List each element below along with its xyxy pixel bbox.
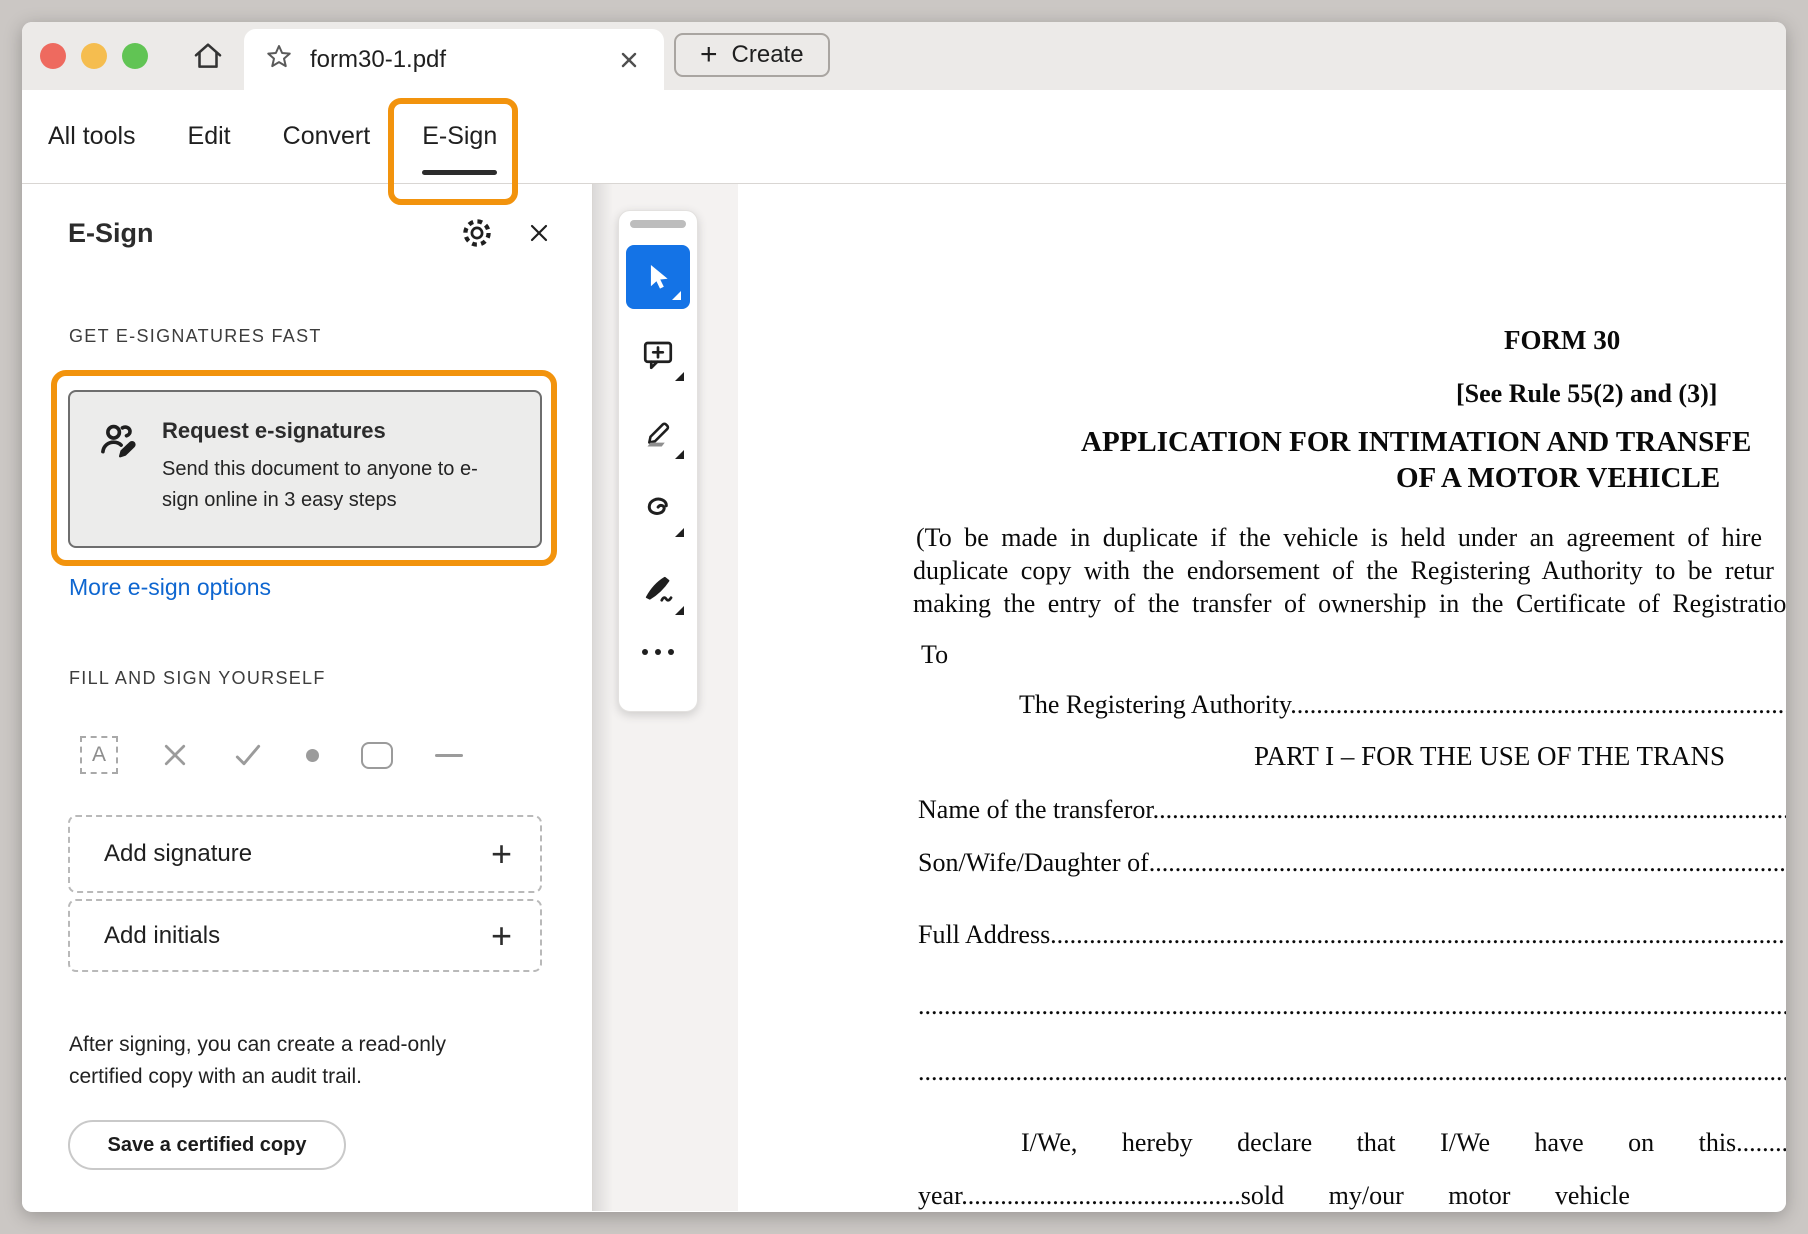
plus-icon: + bbox=[491, 833, 512, 875]
document-tab[interactable]: form30-1.pdf bbox=[244, 29, 664, 90]
dropdown-corner-icon bbox=[675, 528, 684, 537]
doc-dotted-line: ........................................… bbox=[918, 990, 1786, 1023]
section-get-esignatures: GET E-SIGNATURES FAST bbox=[69, 326, 322, 347]
doc-dotted-line: ........................................… bbox=[918, 1056, 1786, 1089]
document-canvas: FORM 30 [See Rule 55(2) and (3)] APPLICA… bbox=[593, 184, 1786, 1211]
acrobat-window: form30-1.pdf + Create All tools Edit Con… bbox=[22, 22, 1786, 1212]
panel-header: E-Sign bbox=[68, 214, 558, 252]
rounded-square-icon[interactable] bbox=[361, 742, 393, 769]
doc-name-of-transferor-line: Name of the transferor..................… bbox=[918, 794, 1786, 827]
doc-paragraph-line1: (To be made in duplicate if the vehicle … bbox=[916, 522, 1762, 555]
highlight-tool-button[interactable] bbox=[626, 401, 690, 465]
menu-edit[interactable]: Edit bbox=[186, 90, 233, 183]
dropdown-corner-icon bbox=[675, 606, 684, 615]
close-tab-icon[interactable] bbox=[614, 45, 644, 75]
more-tools-icon[interactable] bbox=[642, 649, 674, 655]
check-mark-icon[interactable] bbox=[232, 739, 264, 771]
create-button[interactable]: + Create bbox=[674, 33, 830, 77]
gear-icon[interactable] bbox=[458, 214, 496, 252]
plus-icon: + bbox=[700, 40, 718, 70]
doc-declaration-line1: I/We, hereby declare that I/We have on t… bbox=[1021, 1127, 1786, 1160]
select-tool-button[interactable] bbox=[626, 245, 690, 309]
text-field-icon[interactable]: A bbox=[80, 736, 118, 774]
doc-declaration-line2: year....................................… bbox=[918, 1180, 1630, 1211]
panel-shadow bbox=[593, 184, 613, 1211]
menu-convert[interactable]: Convert bbox=[281, 90, 373, 183]
doc-application-line2: OF A MOTOR VEHICLE bbox=[1396, 460, 1720, 496]
add-signature-label: Add signature bbox=[104, 840, 252, 868]
doc-application-line1: APPLICATION FOR INTIMATION AND TRANSFE bbox=[1081, 424, 1751, 460]
create-button-label: Create bbox=[732, 41, 804, 69]
doc-paragraph-line3: making the entry of the transfer of owne… bbox=[913, 588, 1786, 621]
doc-part1-heading: PART I – FOR THE USE OF THE TRANS bbox=[1254, 740, 1725, 774]
minimize-window-button[interactable] bbox=[81, 43, 107, 69]
doc-heading-form30: FORM 30 bbox=[1504, 324, 1620, 358]
request-card-text: Request e-signatures Send this document … bbox=[162, 418, 478, 516]
dropdown-corner-icon bbox=[672, 291, 681, 300]
close-window-button[interactable] bbox=[40, 43, 66, 69]
cross-mark-icon[interactable] bbox=[160, 740, 190, 770]
tab-bar: form30-1.pdf + Create bbox=[22, 22, 1786, 90]
line-icon[interactable] bbox=[435, 754, 463, 757]
plus-icon: + bbox=[491, 915, 512, 957]
add-comment-tool-button[interactable] bbox=[626, 323, 690, 387]
content-area: E-Sign GET E-SIGNATURES FAST bbox=[22, 184, 1786, 1211]
more-esign-options-link[interactable]: More e-sign options bbox=[69, 574, 271, 601]
menu-all-tools[interactable]: All tools bbox=[46, 90, 138, 183]
fill-sign-tools: A bbox=[80, 732, 463, 778]
doc-full-address-line: Full Address............................… bbox=[918, 919, 1786, 952]
doc-rule-line: [See Rule 55(2) and (3)] bbox=[1456, 378, 1717, 411]
add-signature-button[interactable]: Add signature + bbox=[68, 815, 542, 893]
draw-lasso-tool-button[interactable] bbox=[626, 479, 690, 543]
menu-esign[interactable]: E-Sign bbox=[420, 90, 499, 183]
esign-panel: E-Sign GET E-SIGNATURES FAST bbox=[22, 184, 592, 1211]
request-esignatures-card[interactable]: Request e-signatures Send this document … bbox=[68, 390, 542, 548]
request-card-description: Send this document to anyone to e- sign … bbox=[162, 454, 478, 516]
tab-title: form30-1.pdf bbox=[310, 46, 446, 74]
section-fill-and-sign: FILL AND SIGN YOURSELF bbox=[69, 668, 326, 689]
doc-son-wife-daughter-line: Son/Wife/Daughter of....................… bbox=[918, 847, 1786, 880]
dropdown-corner-icon bbox=[675, 450, 684, 459]
certified-copy-note: After signing, you can create a read-onl… bbox=[69, 1029, 446, 1092]
doc-registering-authority-line: The Registering Authority...............… bbox=[1019, 689, 1786, 722]
menu-bar: All tools Edit Convert E-Sign bbox=[22, 90, 1786, 184]
add-initials-button[interactable]: Add initials + bbox=[68, 899, 542, 972]
desktop: form30-1.pdf + Create All tools Edit Con… bbox=[0, 0, 1808, 1234]
close-panel-icon[interactable] bbox=[520, 214, 558, 252]
save-certified-copy-label: Save a certified copy bbox=[108, 1134, 307, 1157]
request-esignatures-icon bbox=[96, 420, 142, 471]
panel-title: E-Sign bbox=[68, 218, 154, 249]
doc-to-line: To bbox=[921, 639, 948, 672]
save-certified-copy-button[interactable]: Save a certified copy bbox=[68, 1120, 346, 1170]
pdf-page: FORM 30 [See Rule 55(2) and (3)] APPLICA… bbox=[738, 184, 1786, 1211]
sign-tool-button[interactable] bbox=[626, 557, 690, 621]
window-controls bbox=[40, 43, 148, 69]
request-card-title: Request e-signatures bbox=[162, 418, 478, 444]
doc-paragraph-line2: duplicate copy with the endorsement of t… bbox=[913, 555, 1774, 588]
maximize-window-button[interactable] bbox=[122, 43, 148, 69]
dot-icon[interactable] bbox=[306, 749, 319, 762]
dropdown-corner-icon bbox=[675, 372, 684, 381]
add-initials-label: Add initials bbox=[104, 922, 220, 950]
toolbar-drag-handle[interactable] bbox=[630, 220, 686, 228]
bookmark-star-icon[interactable] bbox=[264, 42, 294, 77]
home-icon[interactable] bbox=[186, 34, 230, 78]
quick-tools-toolbar bbox=[618, 210, 698, 712]
